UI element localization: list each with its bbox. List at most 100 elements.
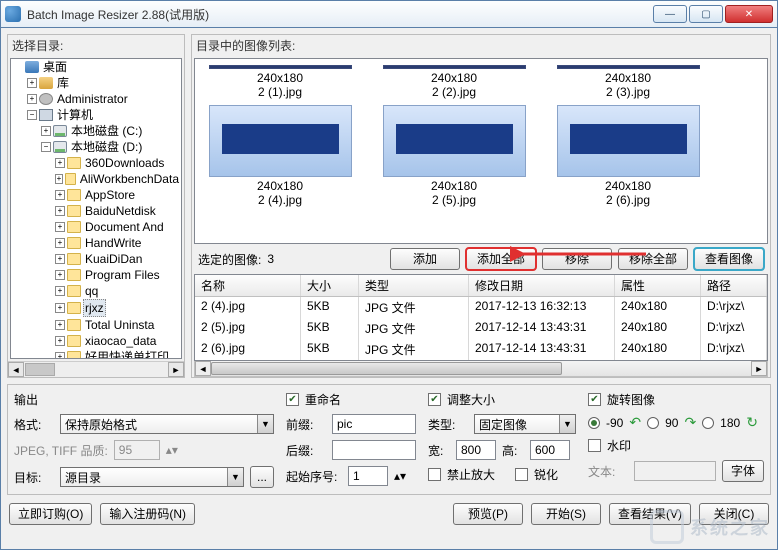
tree-folder[interactable]: +qq (55, 283, 181, 299)
results-button[interactable]: 查看结果(V) (609, 503, 691, 525)
thumbnail-image (557, 65, 700, 69)
width-input[interactable]: 800 (456, 440, 496, 460)
thumbnail-item[interactable]: 240x1802 (5).jpg (379, 105, 529, 207)
thumbnail-item[interactable]: 240x1802 (6).jpg (553, 105, 703, 207)
nozoom-checkbox[interactable] (428, 468, 441, 481)
minimize-button[interactable]: — (653, 5, 687, 23)
rotate-ccw-icon: ↶ (629, 414, 641, 431)
directory-label: 选择目录: (8, 35, 184, 56)
tree-folder[interactable]: +AppStore (55, 187, 181, 203)
format-label: 格式: (14, 416, 54, 433)
thumbnail-image (209, 105, 352, 177)
tree-folder[interactable]: +Document And (55, 219, 181, 235)
sharpen-checkbox[interactable] (515, 468, 528, 481)
close-button[interactable]: ✕ (725, 5, 773, 23)
tree-folder[interactable]: +好用快递单打印 (55, 349, 181, 359)
quality-label: JPEG, TIFF 品质: (14, 442, 108, 459)
chevron-down-icon[interactable]: ▼ (257, 415, 273, 433)
close-app-button[interactable]: 关闭(C) (699, 503, 769, 525)
table-header[interactable]: 名称 大小 类型 修改日期 属性 路径 (195, 275, 767, 297)
regcode-button[interactable]: 输入注册码(N) (100, 503, 195, 525)
startnum-label: 起始序号: (286, 468, 342, 485)
tree-folder[interactable]: +Total Uninsta (55, 317, 181, 333)
table-row[interactable]: 2 (5).jpg5KBJPG 文件2017-12-14 13:43:31240… (195, 318, 767, 339)
rotate-cw-icon: ↷ (684, 414, 696, 431)
tree-folder[interactable]: +HandWrite (55, 235, 181, 251)
tree-folder[interactable]: +rjxz (55, 299, 181, 317)
tree-folder[interactable]: +xiaocao_data (55, 333, 181, 349)
font-button[interactable]: 字体 (722, 460, 764, 482)
sharpen-label: 锐化 (534, 466, 558, 483)
tree-library[interactable]: +库 (27, 75, 181, 91)
tree-desktop[interactable]: 桌面 (13, 59, 181, 75)
chevron-down-icon[interactable]: ▼ (227, 468, 243, 486)
startnum-spinner[interactable]: ▴▾ (394, 469, 406, 483)
thumbnail-item[interactable]: 240x1802 (1).jpg (205, 65, 355, 99)
rotate-180-radio[interactable] (702, 417, 714, 429)
watermark-checkbox[interactable] (588, 439, 601, 452)
table-row[interactable]: 2 (4).jpg5KBJPG 文件2017-12-13 16:32:13240… (195, 297, 767, 318)
titlebar: Batch Image Resizer 2.88(试用版) — ▢ ✕ (0, 0, 778, 28)
action-row: 选定的图像: 3 添加 添加全部 移除 移除全部 查看图像 (192, 244, 770, 274)
col-name[interactable]: 名称 (195, 275, 301, 296)
table-row[interactable]: 2 (6).jpg5KBJPG 文件2017-12-14 13:43:31240… (195, 339, 767, 360)
target-combo[interactable]: 源目录▼ (60, 467, 244, 487)
col-type[interactable]: 类型 (359, 275, 469, 296)
selected-count-label: 选定的图像: (198, 251, 261, 268)
tree-folder[interactable]: +360Downloads (55, 155, 181, 171)
remove-all-button[interactable]: 移除全部 (618, 248, 688, 270)
add-button[interactable]: 添加 (390, 248, 460, 270)
col-date[interactable]: 修改日期 (469, 275, 615, 296)
col-attr[interactable]: 属性 (615, 275, 701, 296)
tree-folder[interactable]: +KuaiDiDan (55, 251, 181, 267)
thumbnail-item[interactable]: 240x1802 (3).jpg (553, 65, 703, 99)
tree-folder[interactable]: +BaiduNetdisk (55, 203, 181, 219)
col-path[interactable]: 路径 (701, 275, 767, 296)
quality-spinner: ▴▾ (166, 443, 178, 457)
start-button[interactable]: 开始(S) (531, 503, 601, 525)
maximize-button[interactable]: ▢ (689, 5, 723, 23)
order-button[interactable]: 立即订购(O) (9, 503, 92, 525)
suffix-input[interactable] (332, 440, 416, 460)
height-input[interactable]: 600 (530, 440, 570, 460)
rename-label: 重命名 (305, 391, 341, 408)
resize-label: 调整大小 (447, 391, 495, 408)
tree-drive-d[interactable]: −本地磁盘 (D:) (41, 139, 181, 155)
remove-button[interactable]: 移除 (542, 248, 612, 270)
thumbnail-item[interactable]: 240x1802 (4).jpg (205, 105, 355, 207)
tree-user[interactable]: +Administrator (27, 91, 181, 107)
width-label: 宽: (428, 442, 450, 459)
rename-checkbox[interactable]: ✔ (286, 393, 299, 406)
output-label: 输出 (14, 391, 274, 408)
tree-computer[interactable]: −计算机 (27, 107, 181, 123)
tree-scrollbar[interactable]: ◄► (8, 361, 184, 377)
tree-folder[interactable]: +Program Files (55, 267, 181, 283)
preview-button[interactable]: 预览(P) (453, 503, 523, 525)
quality-input: 95 (114, 440, 160, 460)
format-combo[interactable]: 保持原始格式▼ (60, 414, 274, 434)
file-table-wrap: 名称 大小 类型 修改日期 属性 路径 2 (4).jpg5KBJPG 文件20… (194, 274, 768, 377)
table-scrollbar[interactable]: ◄► (194, 361, 768, 377)
tree-folder[interactable]: +AliWorkbenchData (55, 171, 181, 187)
resize-type-combo[interactable]: 固定图像▼ (474, 414, 576, 434)
rotate-neg90-radio[interactable] (588, 417, 600, 429)
resize-checkbox[interactable]: ✔ (428, 393, 441, 406)
directory-tree[interactable]: 桌面 +库 +Administrator −计算机 +本地磁盘 (C:) −本地… (10, 58, 182, 359)
file-table[interactable]: 名称 大小 类型 修改日期 属性 路径 2 (4).jpg5KBJPG 文件20… (194, 274, 768, 361)
rotate-90-radio[interactable] (647, 417, 659, 429)
target-label: 目标: (14, 469, 54, 486)
watermark-label: 水印 (607, 437, 631, 454)
thumbnail-item[interactable]: 240x1802 (2).jpg (379, 65, 529, 99)
thumbnail-area[interactable]: 240x1802 (1).jpg 240x1802 (2).jpg 240x1802… (194, 58, 768, 244)
chevron-down-icon[interactable]: ▼ (559, 415, 575, 433)
startnum-input[interactable]: 1 (348, 466, 388, 486)
browse-button[interactable]: ... (250, 466, 274, 488)
prefix-input[interactable]: pic (332, 414, 416, 434)
tree-drive-c[interactable]: +本地磁盘 (C:) (41, 123, 181, 139)
view-image-button[interactable]: 查看图像 (694, 248, 764, 270)
prefix-label: 前缀: (286, 416, 326, 433)
directory-panel: 选择目录: 桌面 +库 +Administrator −计算机 +本地磁盘 (C… (7, 34, 185, 378)
col-size[interactable]: 大小 (301, 275, 359, 296)
add-all-button[interactable]: 添加全部 (466, 248, 536, 270)
rotate-checkbox[interactable]: ✔ (588, 393, 601, 406)
